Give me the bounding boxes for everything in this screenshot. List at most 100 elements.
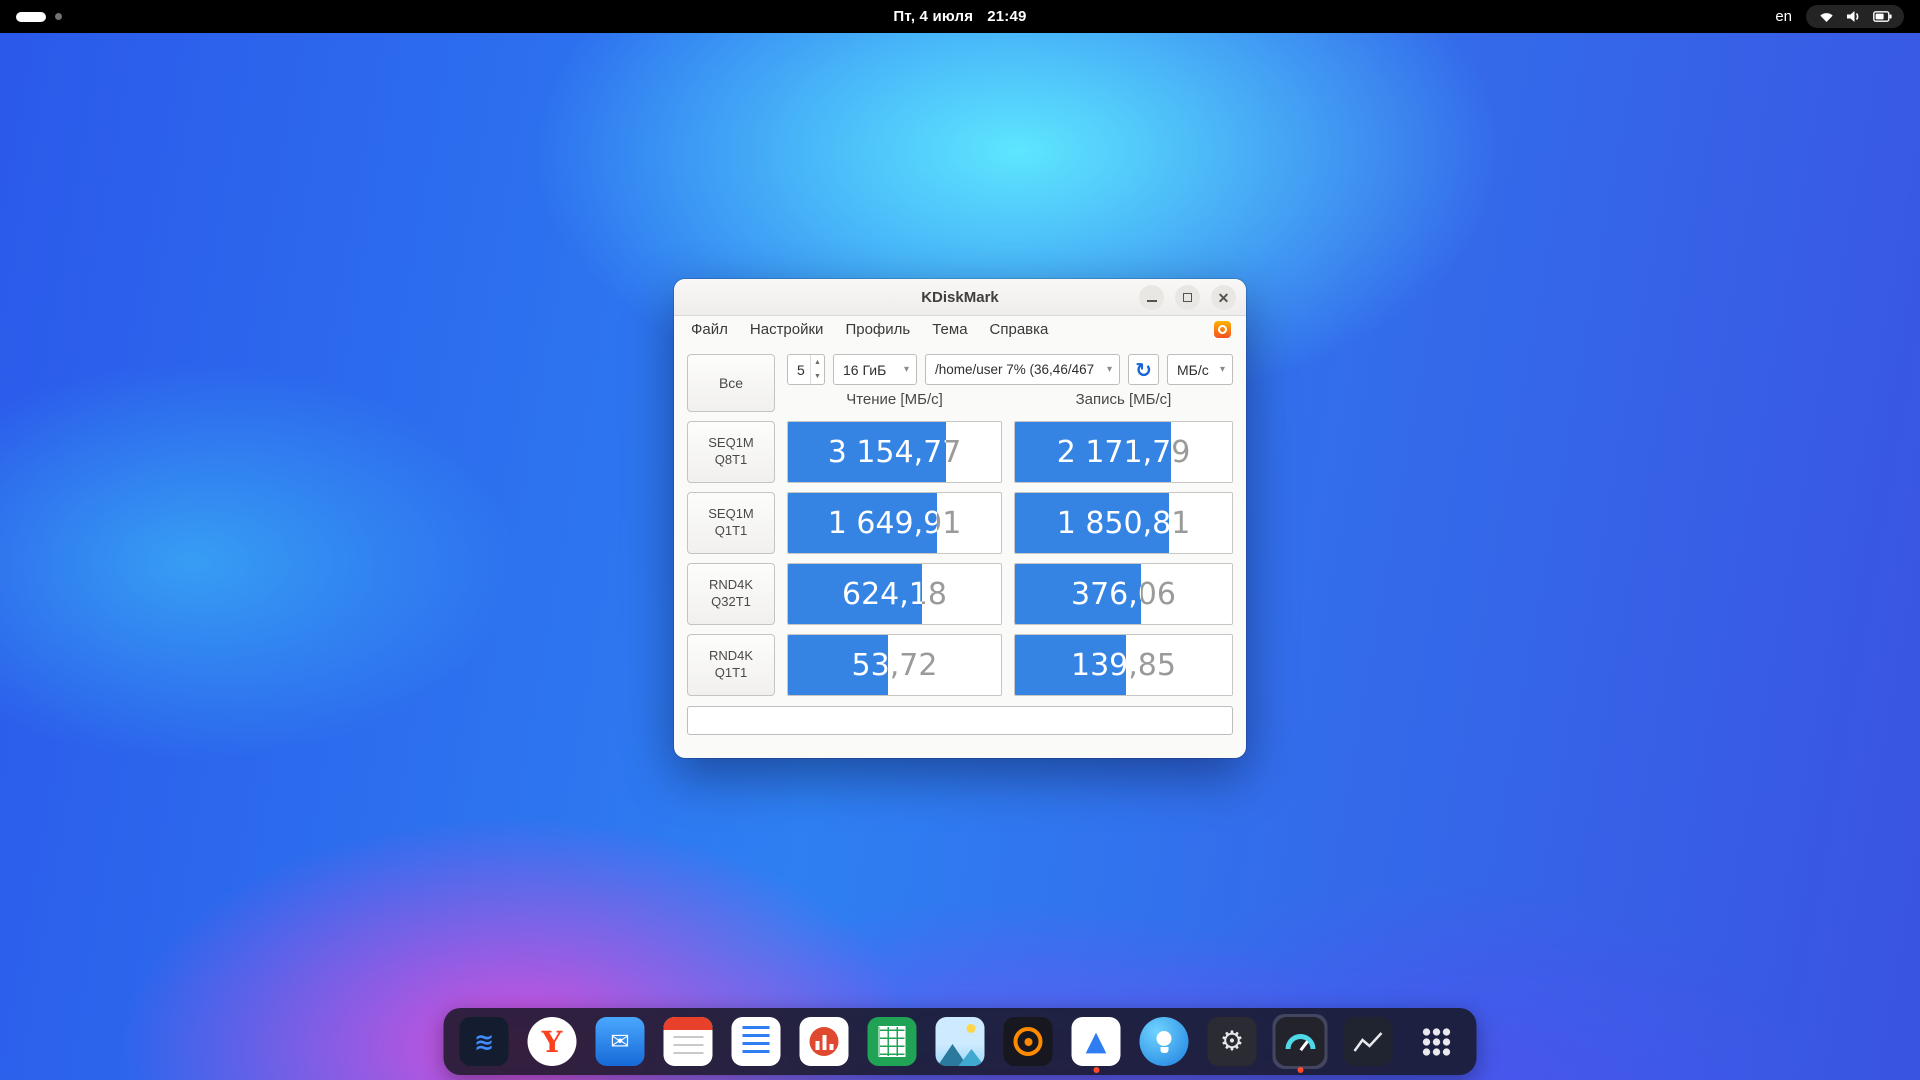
run-seq1m-q1t1-button[interactable]: SEQ1M Q1T1 [687, 492, 775, 554]
read-result-cell: 1 649,91 1 649,91 [787, 492, 1002, 554]
menu-help[interactable]: Справка [988, 320, 1051, 339]
write-bar: 376,06 [1015, 564, 1141, 624]
window-content: Все 5 ▲ ▼ 16 ГиБ ▾ [674, 343, 1246, 735]
menu-file[interactable]: Файл [689, 320, 730, 339]
workspace-dot[interactable] [55, 13, 62, 20]
write-bar: 2 171,79 [1015, 422, 1171, 482]
dock-item-text-editor[interactable] [729, 1014, 784, 1069]
dock-item-app-grid[interactable] [1409, 1014, 1464, 1069]
read-bar: 3 154,77 [788, 422, 946, 482]
menu-bar: Файл Настройки Профиль Тема Справка [674, 316, 1246, 343]
write-bar: 1 850,81 [1015, 493, 1169, 553]
run-rnd4k-q1t1-button[interactable]: RND4K Q1T1 [687, 634, 775, 696]
yandex-browser-icon: Y [528, 1017, 577, 1066]
read-bar: 624,18 [788, 564, 922, 624]
dock-item-media-player[interactable] [1001, 1014, 1056, 1069]
read-result-cell: 624,18 624,18 [787, 563, 1002, 625]
top-bar: Пт, 4 июля 21:49 en [0, 0, 1920, 33]
run-rnd4k-q32t1-button[interactable]: RND4K Q32T1 [687, 563, 775, 625]
test-size-dropdown[interactable]: 16 ГиБ ▾ [833, 354, 917, 385]
dock-item-settings[interactable]: ⚙ [1205, 1014, 1260, 1069]
write-result-cell: 1 850,81 1 850,81 [1014, 492, 1233, 554]
refresh-button[interactable]: ↻ [1128, 354, 1159, 385]
maximize-button[interactable] [1175, 285, 1200, 310]
lightbulb-icon [1140, 1017, 1189, 1066]
write-column-header: Запись [МБ/с] [1014, 391, 1233, 412]
chevron-down-icon: ▾ [904, 364, 909, 375]
write-value-overlay: 1 850,81 [1015, 493, 1169, 553]
app-grid-icon [1412, 1017, 1461, 1066]
running-indicator [1093, 1067, 1099, 1073]
dock-item-files[interactable]: ≋ [457, 1014, 512, 1069]
clock-date: Пт, 4 июля [893, 8, 973, 25]
window-title: KDiskMark [921, 289, 999, 306]
workspace-pill-active[interactable] [16, 12, 46, 22]
table-row-rnd4k-q32t1: RND4K Q32T1 624,18 624,18 376,06 376,06 [687, 563, 1233, 625]
read-column-header: Чтение [МБ/с] [787, 391, 1002, 412]
dock-item-presentation[interactable] [797, 1014, 852, 1069]
dock-item-photos[interactable] [933, 1014, 988, 1069]
kdiskmark-gauge-icon [1276, 1017, 1325, 1066]
window-titlebar[interactable]: KDiskMark ✕ [674, 279, 1246, 316]
maximize-icon [1183, 293, 1192, 302]
write-bar: 139,85 [1015, 635, 1126, 695]
workspace-indicator[interactable] [16, 12, 62, 22]
minimize-button[interactable] [1139, 285, 1164, 310]
menu-profile[interactable]: Профиль [843, 320, 912, 339]
spinner-down-icon[interactable]: ▼ [811, 370, 824, 385]
chevron-down-icon: ▾ [1107, 364, 1112, 375]
dock-item-yandex-browser[interactable]: Y [525, 1014, 580, 1069]
menu-settings[interactable]: Настройки [748, 320, 826, 339]
unit-dropdown[interactable]: МБ/с ▾ [1167, 354, 1233, 385]
volume-icon [1846, 10, 1862, 23]
test-label-line1: RND4K [709, 577, 753, 594]
read-value-overlay: 53,72 [788, 635, 888, 695]
close-icon: ✕ [1218, 291, 1230, 305]
read-value-overlay: 3 154,77 [788, 422, 946, 482]
clock[interactable]: Пт, 4 июля 21:49 [893, 8, 1026, 25]
dock-item-mail[interactable]: ✉ [593, 1014, 648, 1069]
read-bar: 1 649,91 [788, 493, 937, 553]
dock-item-drive[interactable]: ▲ [1069, 1014, 1124, 1069]
status-message-bar [687, 706, 1233, 735]
kdiskmark-window: KDiskMark ✕ Файл Настройки Профиль Тема … [674, 279, 1246, 758]
photos-icon [936, 1017, 985, 1066]
dock-item-system-monitor[interactable] [1341, 1014, 1396, 1069]
unit-value: МБ/с [1177, 362, 1214, 378]
clock-time: 21:49 [987, 8, 1026, 25]
refresh-icon: ↻ [1135, 358, 1152, 382]
loop-count-spinner[interactable]: 5 ▲ ▼ [787, 354, 825, 385]
spreadsheet-icon [868, 1017, 917, 1066]
dock-item-calendar[interactable] [661, 1014, 716, 1069]
minimize-icon [1147, 300, 1157, 302]
running-indicator [1297, 1067, 1303, 1073]
orange-app-badge-icon[interactable] [1214, 321, 1231, 338]
target-path-dropdown[interactable]: /home/user 7% (36,46/467 ▾ [925, 354, 1120, 385]
dock-item-kdiskmark[interactable] [1273, 1014, 1328, 1069]
badge-ring-icon [1218, 325, 1227, 334]
spinner-arrows[interactable]: ▲ ▼ [810, 355, 824, 384]
run-all-button[interactable]: Все [687, 354, 775, 412]
dock-item-lightbulb-assistant[interactable] [1137, 1014, 1192, 1069]
read-result-cell: 53,72 53,72 [787, 634, 1002, 696]
write-value-overlay: 376,06 [1015, 564, 1141, 624]
text-editor-icon [732, 1017, 781, 1066]
run-seq1m-q8t1-button[interactable]: SEQ1M Q8T1 [687, 421, 775, 483]
chevron-down-icon: ▾ [1220, 364, 1225, 375]
desktop-background: Пт, 4 июля 21:49 en KDiskMark [0, 0, 1920, 1080]
test-label-line2: Q1T1 [715, 665, 748, 682]
dock-item-spreadsheet[interactable] [865, 1014, 920, 1069]
write-value-overlay: 139,85 [1015, 635, 1126, 695]
system-status-area[interactable] [1806, 5, 1904, 28]
menu-theme[interactable]: Тема [930, 320, 969, 339]
close-button[interactable]: ✕ [1211, 285, 1236, 310]
spinner-up-icon[interactable]: ▲ [811, 355, 824, 370]
test-label-line2: Q1T1 [715, 523, 748, 540]
keyboard-layout-indicator[interactable]: en [1775, 8, 1792, 25]
gear-icon: ⚙ [1208, 1017, 1257, 1066]
wifi-icon [1818, 10, 1835, 23]
read-result-cell: 3 154,77 3 154,77 [787, 421, 1002, 483]
results-table: SEQ1M Q8T1 3 154,77 3 154,77 2 171,79 2 … [687, 421, 1233, 696]
files-icon: ≋ [460, 1017, 509, 1066]
table-row-rnd4k-q1t1: RND4K Q1T1 53,72 53,72 139,85 139,85 [687, 634, 1233, 696]
